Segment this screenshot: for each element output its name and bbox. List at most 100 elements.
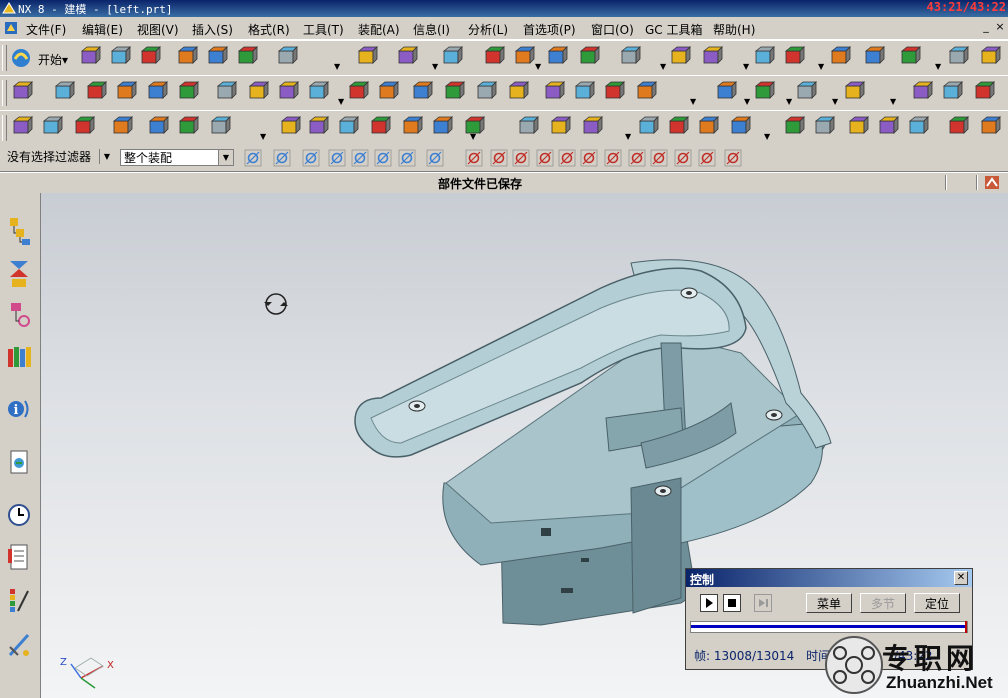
- menu-view[interactable]: 视图(V): [137, 21, 179, 38]
- feature-icon[interactable]: [400, 115, 424, 139]
- type-filter-select[interactable]: 没有选择过滤器 ▼: [4, 149, 114, 166]
- undo-icon[interactable]: [275, 45, 299, 69]
- cut-icon[interactable]: [114, 80, 138, 104]
- chevron-down-icon[interactable]: ▼: [764, 132, 770, 141]
- open-icon[interactable]: [52, 80, 76, 104]
- web-browser-tab[interactable]: [4, 445, 34, 481]
- chevron-down-icon[interactable]: ▼: [744, 97, 750, 106]
- new-icon[interactable]: [10, 80, 34, 104]
- snap-icon[interactable]: [244, 149, 262, 167]
- pattern-icon[interactable]: [846, 115, 870, 139]
- draft-icon[interactable]: [752, 80, 776, 104]
- intersection-icon[interactable]: [536, 149, 554, 167]
- part-navigator-tab[interactable]: [4, 297, 34, 333]
- undo-icon[interactable]: [214, 80, 238, 104]
- line-icon[interactable]: [512, 149, 530, 167]
- roles-tab[interactable]: [4, 627, 34, 663]
- section-icon[interactable]: [946, 115, 970, 139]
- chevron-down-icon[interactable]: ▼: [743, 62, 749, 71]
- select-point-icon[interactable]: [273, 149, 291, 167]
- feature-icon[interactable]: [374, 149, 392, 167]
- open-icon[interactable]: [40, 115, 64, 139]
- target-icon[interactable]: [628, 149, 646, 167]
- menu-format[interactable]: 格式(R): [248, 21, 290, 38]
- chamfer-icon[interactable]: [828, 45, 852, 69]
- pattern-icon[interactable]: [978, 45, 1002, 69]
- open-icon[interactable]: [108, 45, 132, 69]
- part-icon[interactable]: [482, 45, 506, 69]
- menu-gc-toolkit[interactable]: GC 工具箱: [645, 21, 703, 38]
- view-icon[interactable]: [278, 115, 302, 139]
- midpoint-icon[interactable]: [490, 149, 508, 167]
- menu-preferences[interactable]: 首选项(P): [523, 21, 576, 38]
- minimize-button[interactable]: _: [980, 20, 992, 34]
- quadrant-icon[interactable]: [580, 149, 598, 167]
- mesh-icon[interactable]: [940, 80, 964, 104]
- render-icon[interactable]: [336, 115, 360, 139]
- point-on-curve-icon[interactable]: [698, 149, 716, 167]
- close-button[interactable]: ×: [994, 20, 1006, 34]
- menu-information[interactable]: 信息(I): [413, 21, 450, 38]
- chevron-down-icon[interactable]: ▼: [535, 62, 541, 71]
- circle-icon[interactable]: [604, 149, 622, 167]
- reuse-library-tab[interactable]: [4, 339, 34, 375]
- extrude-icon[interactable]: [545, 45, 569, 69]
- render-icon[interactable]: [306, 80, 330, 104]
- menu-assemblies[interactable]: 装配(A): [358, 21, 400, 38]
- section-icon[interactable]: [972, 80, 996, 104]
- chevron-down-icon[interactable]: ▼: [338, 97, 344, 106]
- mesh-icon[interactable]: [906, 115, 930, 139]
- save-icon[interactable]: [138, 45, 162, 69]
- measure-icon[interactable]: [978, 115, 1002, 139]
- draft-icon[interactable]: [782, 115, 806, 139]
- menu-tools[interactable]: 工具(T): [303, 21, 344, 38]
- chevron-down-icon[interactable]: ▼: [470, 132, 476, 141]
- shaded-icon[interactable]: [306, 115, 330, 139]
- chevron-down-icon[interactable]: ▼: [334, 62, 340, 71]
- blend-icon[interactable]: [666, 115, 690, 139]
- paste-icon[interactable]: [176, 80, 200, 104]
- chevron-down-icon[interactable]: ▼: [786, 97, 792, 106]
- app-menu-icon[interactable]: [4, 21, 18, 35]
- pocket-icon[interactable]: [580, 115, 604, 139]
- save-icon[interactable]: [84, 80, 108, 104]
- feature-icon[interactable]: [512, 45, 536, 69]
- feature-icon[interactable]: [376, 80, 400, 104]
- pad-icon[interactable]: [572, 80, 596, 104]
- hole-icon[interactable]: [516, 115, 540, 139]
- blend-icon[interactable]: [602, 80, 626, 104]
- cut-icon[interactable]: [110, 115, 134, 139]
- menu-edit[interactable]: 编辑(E): [82, 21, 123, 38]
- face-icon[interactable]: [302, 149, 320, 167]
- cut-icon[interactable]: [175, 45, 199, 69]
- chevron-down-icon[interactable]: ▼: [625, 132, 631, 141]
- chevron-down-icon[interactable]: ▼: [260, 132, 266, 141]
- menu-insert[interactable]: 插入(S): [192, 21, 233, 38]
- hd3d-tools-tab[interactable]: i: [4, 389, 34, 425]
- visualization-tab[interactable]: [4, 583, 34, 619]
- step-button[interactable]: [754, 594, 772, 612]
- boss-icon[interactable]: [668, 45, 692, 69]
- assembly-navigator-tab[interactable]: [4, 213, 34, 249]
- view-icon[interactable]: [355, 45, 379, 69]
- process-studio-tab[interactable]: [4, 539, 34, 575]
- chevron-down-icon[interactable]: ▼: [99, 149, 114, 164]
- boss-icon[interactable]: [548, 115, 572, 139]
- revolve-icon[interactable]: [442, 80, 466, 104]
- rectangle-select-icon[interactable]: [426, 149, 444, 167]
- part-icon[interactable]: [368, 115, 392, 139]
- chevron-down-icon[interactable]: ▼: [218, 150, 233, 165]
- edge-icon[interactable]: [351, 149, 369, 167]
- history-tab[interactable]: [4, 497, 34, 533]
- extrude-icon[interactable]: [430, 115, 454, 139]
- curve-icon[interactable]: [398, 149, 416, 167]
- render-icon[interactable]: [440, 45, 464, 69]
- menu-window[interactable]: 窗口(O): [591, 21, 634, 38]
- copy-icon[interactable]: [145, 80, 169, 104]
- chevron-down-icon[interactable]: ▼: [690, 97, 696, 106]
- view-icon[interactable]: [246, 80, 270, 104]
- paste-icon[interactable]: [235, 45, 259, 69]
- arc-center-icon[interactable]: [558, 149, 576, 167]
- blend-icon[interactable]: [782, 45, 806, 69]
- extrude-icon[interactable]: [410, 80, 434, 104]
